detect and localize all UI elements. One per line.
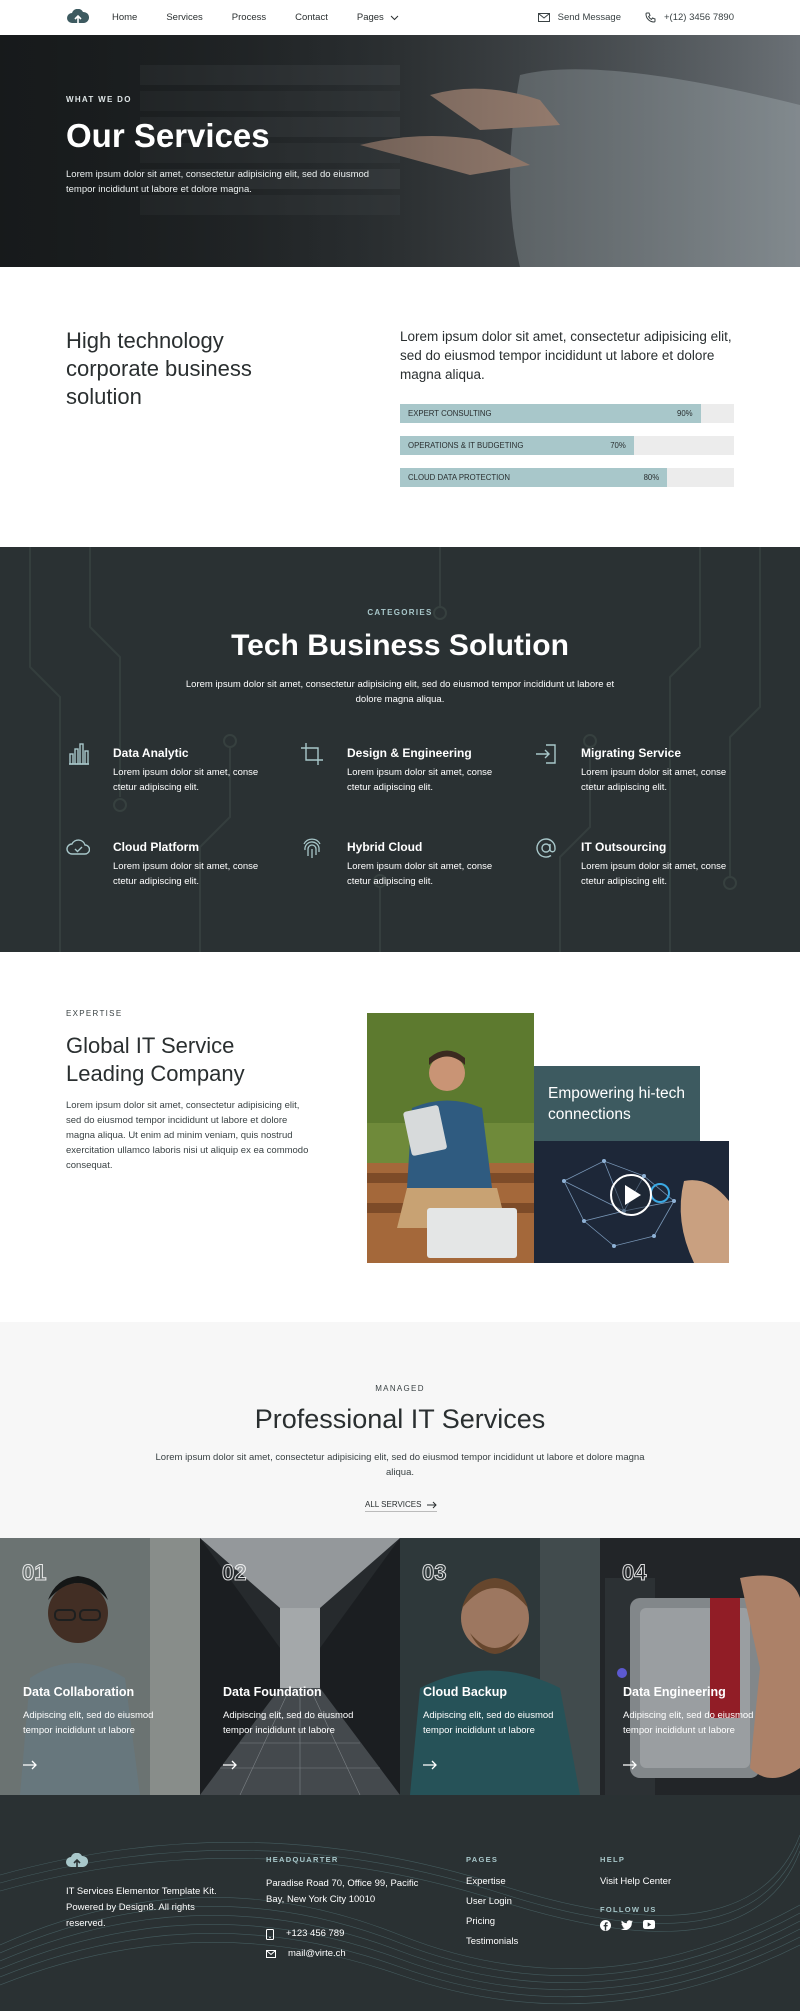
- nav-pages[interactable]: Pages: [357, 12, 399, 23]
- footer-about: IT Services Elementor Template Kit. Powe…: [66, 1852, 236, 1932]
- nav-home[interactable]: Home: [112, 12, 137, 23]
- intro-lead: Lorem ipsum dolor sit amet, consectetur …: [400, 329, 732, 382]
- nav-services[interactable]: Services: [166, 12, 202, 23]
- card-data-engineering[interactable]: 04 Data Engineering Adipiscing elit, sed…: [600, 1538, 800, 1795]
- expertise-eyebrow: EXPERTISE: [66, 1009, 123, 1018]
- main-nav: Home Services Process Contact Pages: [112, 12, 428, 23]
- footer-address: Paradise Road 70, Office 99, Pacific Bay…: [266, 1878, 419, 1905]
- social-links: [600, 1920, 740, 1931]
- professional-heading: Professional IT Services: [254, 1404, 546, 1434]
- cloud-upload-logo-icon[interactable]: [66, 1852, 89, 1871]
- send-message-link[interactable]: Send Message: [537, 12, 621, 23]
- arrow-right-icon[interactable]: [23, 1760, 37, 1770]
- phone-number: +(12) 3456 7890: [664, 12, 734, 23]
- mobile-icon: [266, 1928, 274, 1940]
- footer-link-user-login[interactable]: User Login: [466, 1896, 566, 1907]
- hero-banner: WHAT WE DO Our Services Lorem ipsum dolo…: [0, 35, 800, 267]
- professional-section: MANAGED Professional IT Services Lorem i…: [0, 1322, 800, 1538]
- progress-bar-expert-consulting: EXPERT CONSULTING 90%: [400, 404, 734, 423]
- hero-text: Lorem ipsum dolor sit amet, consectetur …: [66, 169, 370, 195]
- progress-fill: CLOUD DATA PROTECTION 80%: [400, 468, 668, 487]
- expertise-section: EXPERTISE Global IT Service Leading Comp…: [0, 952, 800, 1322]
- help-center-link[interactable]: Visit Help Center: [600, 1876, 740, 1887]
- footer-help: HELP Visit Help Center FOLLOW US: [600, 1855, 740, 1931]
- categories-heading: Tech Business Solution: [231, 629, 569, 662]
- phone-link[interactable]: +(12) 3456 7890: [645, 12, 734, 23]
- intro-section: High technology corporate business solut…: [0, 267, 800, 547]
- footer-phone[interactable]: +123 456 789: [266, 1926, 426, 1942]
- expertise-heading: Global IT Service Leading Company: [66, 1033, 245, 1086]
- expertise-text: Lorem ipsum dolor sit amet, consectetur …: [66, 1100, 309, 1171]
- professional-eyebrow: MANAGED: [375, 1384, 425, 1393]
- at-sign-icon: [536, 838, 556, 858]
- facebook-icon[interactable]: [600, 1920, 611, 1931]
- youtube-icon[interactable]: [643, 1920, 655, 1929]
- footer-link-pricing[interactable]: Pricing: [466, 1916, 566, 1927]
- crop-icon: [301, 743, 323, 765]
- progress-bar-cloud-protection: CLOUD DATA PROTECTION 80%: [400, 468, 734, 487]
- empowering-box: Empowering hi-tech connections: [534, 1066, 700, 1141]
- categories-eyebrow: CATEGORIES: [367, 608, 433, 617]
- footer-link-testimonials[interactable]: Testimonials: [466, 1936, 566, 1947]
- twitter-icon[interactable]: [621, 1920, 633, 1930]
- site-footer: IT Services Elementor Template Kit. Powe…: [0, 1795, 800, 2011]
- arrow-right-icon: [427, 1501, 438, 1508]
- professional-text: Lorem ipsum dolor sit amet, consectetur …: [155, 1452, 645, 1478]
- play-button-icon[interactable]: [610, 1174, 652, 1216]
- progress-fill: OPERATIONS & IT BUDGETING 70%: [400, 436, 634, 455]
- footer-email[interactable]: mail@virte.ch: [266, 1946, 426, 1962]
- hero-eyebrow: WHAT WE DO: [66, 95, 132, 104]
- card-data-foundation[interactable]: 02 Data Foundation Adipiscing elit, sed …: [200, 1538, 400, 1795]
- follow-us-heading: FOLLOW US: [600, 1905, 657, 1914]
- arrow-right-icon[interactable]: [223, 1760, 237, 1770]
- footer-pages: PAGES Expertise User Login Pricing Testi…: [466, 1855, 566, 1956]
- send-message-label: Send Message: [557, 12, 621, 23]
- cloud-upload-logo-icon[interactable]: [66, 8, 90, 28]
- footer-about-text: IT Services Elementor Template Kit. Powe…: [66, 1886, 217, 1929]
- nav-contact[interactable]: Contact: [295, 12, 328, 23]
- page-title: Our Services: [66, 117, 270, 154]
- card-data-collaboration[interactable]: 01 Data Collaboration Adipiscing elit, s…: [0, 1538, 200, 1795]
- man-with-tablet-photo: [367, 1013, 534, 1263]
- intro-heading: High technology corporate business solut…: [66, 328, 252, 409]
- arrow-right-icon[interactable]: [423, 1760, 437, 1770]
- categories-text: Lorem ipsum dolor sit amet, consectetur …: [185, 679, 615, 705]
- progress-bar-operations: OPERATIONS & IT BUDGETING 70%: [400, 436, 734, 455]
- envelope-icon: [266, 1950, 276, 1958]
- sign-in-icon: [536, 744, 556, 764]
- envelope-icon: [537, 13, 550, 22]
- all-services-link[interactable]: ALL SERVICES: [365, 1500, 438, 1512]
- network-video-thumbnail[interactable]: [534, 1141, 729, 1263]
- site-header: Home Services Process Contact Pages Send…: [0, 0, 800, 35]
- nav-process[interactable]: Process: [232, 12, 266, 23]
- service-cards: 01 Data Collaboration Adipiscing elit, s…: [0, 1538, 800, 1795]
- card-cloud-backup[interactable]: 03 Cloud Backup Adipiscing elit, sed do …: [400, 1538, 600, 1795]
- categories-section: CATEGORIES Tech Business Solution Lorem …: [0, 547, 800, 952]
- arrow-right-icon[interactable]: [623, 1760, 637, 1770]
- phone-icon: [645, 12, 656, 23]
- footer-headquarter: HEADQUARTER Paradise Road 70, Office 99,…: [266, 1855, 426, 1962]
- footer-link-expertise[interactable]: Expertise: [466, 1876, 566, 1887]
- bar-chart-icon: [69, 743, 89, 765]
- progress-fill: EXPERT CONSULTING 90%: [400, 404, 701, 423]
- chevron-down-icon: [390, 15, 399, 20]
- fingerprint-icon: [303, 838, 321, 858]
- cloud-check-icon: [66, 839, 90, 855]
